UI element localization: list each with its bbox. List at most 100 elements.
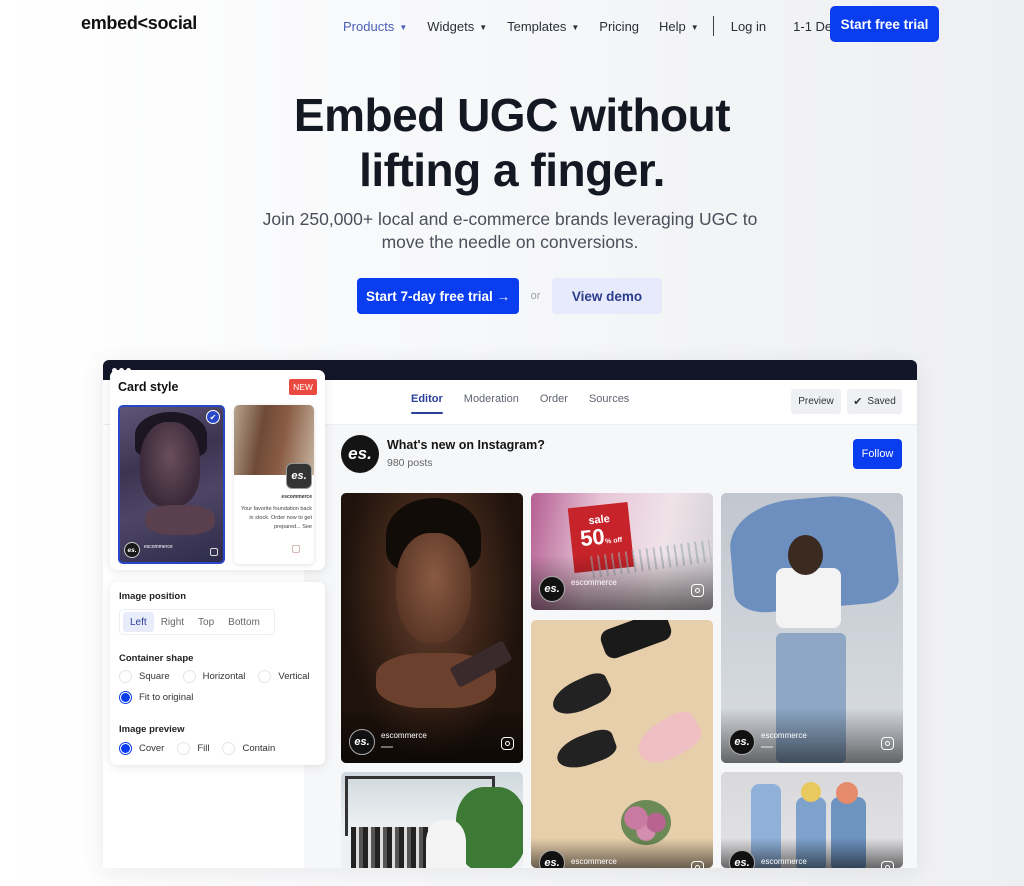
hero-title-line-2: lifting a finger.: [359, 144, 665, 196]
feed-preview: es. What's new on Instagram? 980 posts F…: [304, 425, 917, 868]
feed-post[interactable]: es. escommerce: [531, 620, 713, 868]
view-demo-button[interactable]: View demo: [552, 278, 662, 314]
tab-sources[interactable]: Sources: [589, 380, 629, 424]
radio-square[interactable]: Square: [119, 670, 170, 683]
feed-post[interactable]: sale 50% off es. escommerce: [531, 493, 713, 610]
nav-links: Products ▼ Widgets ▼ Templates ▼ Pricing He…: [343, 16, 870, 36]
feed-post[interactable]: es. escommerce: [721, 772, 903, 868]
photo-shape: [788, 535, 823, 575]
chevron-down-icon: ▼: [399, 22, 408, 32]
cta-row: Start 7-day free trial → or View demo: [357, 278, 662, 314]
image-position-label: Image position: [119, 591, 187, 602]
post-avatar: es.: [729, 729, 755, 755]
radio-circle: [119, 742, 132, 755]
brand-avatar: es.: [341, 435, 379, 473]
instagram-icon: [210, 548, 218, 556]
app-preview-window: ← Coolest widget ever 😎✨ ✎ Editor Modera…: [103, 360, 917, 868]
instagram-icon: [881, 861, 894, 868]
tab-moderation[interactable]: Moderation: [464, 380, 519, 424]
card-style-option-card[interactable]: es. escommerce Your favorite foundation …: [234, 405, 314, 564]
checkmark-icon: ✔: [853, 396, 863, 408]
preview-button[interactable]: Preview: [791, 389, 841, 414]
nav-item-pricing[interactable]: Pricing: [599, 19, 639, 34]
post-account: escommerce: [761, 731, 807, 740]
hero-title-line-1: Embed UGC without: [293, 89, 731, 141]
post-count: 980 posts: [387, 457, 433, 469]
start-7-day-trial-button[interactable]: Start 7-day free trial →: [357, 278, 519, 314]
radio-fill[interactable]: Fill: [177, 742, 209, 755]
feed-post[interactable]: es. escommerce: [721, 493, 903, 763]
radio-horizontal[interactable]: Horizontal: [182, 670, 245, 683]
photo-shape: [456, 787, 523, 868]
container-shape-options: Square Horizontal Vertical: [119, 670, 323, 683]
instagram-icon: [881, 737, 894, 750]
post-avatar: es.: [539, 576, 565, 602]
radio-circle: [182, 670, 196, 683]
photo-shape: [145, 505, 215, 535]
radio-cover[interactable]: Cover: [119, 742, 164, 755]
position-left[interactable]: Left: [123, 612, 154, 632]
instagram-icon: [691, 861, 704, 868]
saved-button[interactable]: ✔ Saved: [847, 389, 902, 414]
feed-post[interactable]: [341, 772, 523, 868]
photo-shape: [836, 782, 858, 804]
post-date-placeholder: [761, 746, 773, 748]
mini-account: escommerce: [281, 494, 312, 500]
or-label: or: [530, 290, 541, 302]
position-top[interactable]: Top: [191, 612, 221, 632]
editor-tabs: Editor Moderation Order Sources: [411, 380, 650, 424]
nav-divider: [712, 16, 714, 36]
post-date-placeholder: [381, 746, 393, 748]
nav-item-widgets[interactable]: Widgets ▼: [427, 19, 487, 34]
radio-circle: [258, 670, 272, 683]
feed-title: What's new on Instagram?: [387, 438, 545, 452]
position-bottom[interactable]: Bottom: [221, 612, 267, 632]
card-caption: Your favorite foundation back in stock. …: [240, 506, 312, 530]
post-avatar: es.: [349, 729, 375, 755]
feed-post[interactable]: es. escommerce: [341, 493, 523, 763]
layout-options-panel: Image position Left Right Top Bottom Con…: [110, 582, 325, 765]
feed-header: es. What's new on Instagram? 980 posts F…: [341, 435, 911, 475]
photo-shape: [552, 725, 620, 775]
image-preview-label: Image preview: [119, 724, 185, 735]
radio-vertical[interactable]: Vertical: [258, 670, 310, 683]
brand-avatar: es.: [286, 463, 312, 489]
photo-shape: [351, 827, 431, 868]
radio-contain[interactable]: Contain: [222, 742, 275, 755]
radio-circle: [119, 670, 132, 683]
photo-shape: [547, 668, 615, 722]
saved-label: Saved: [867, 396, 896, 407]
image-preview-options: Cover Fill Contain: [119, 742, 288, 755]
hero-subtitle: Join 250,000+ local and e-commerce brand…: [262, 209, 758, 252]
post-account: escommerce: [571, 578, 617, 587]
tab-editor[interactable]: Editor: [411, 380, 443, 424]
radio-circle: [222, 742, 236, 755]
radio-circle: [177, 742, 191, 755]
photo-shape: [801, 782, 821, 802]
login-link[interactable]: Log in: [731, 19, 766, 34]
photo-shape: [776, 568, 841, 628]
mini-account: escommerce: [144, 544, 173, 550]
image-position-segmented: Left Right Top Bottom: [119, 609, 275, 635]
radio-fit-to-original[interactable]: Fit to original: [119, 691, 193, 704]
post-account: escommerce: [381, 731, 427, 740]
nav-item-templates[interactable]: Templates ▼: [507, 19, 579, 34]
logo[interactable]: embed<social: [81, 13, 197, 34]
instagram-icon: [691, 584, 704, 597]
follow-button[interactable]: Follow: [853, 439, 902, 469]
card-style-title: Card style: [118, 380, 179, 394]
container-shape-options-row2: Fit to original: [119, 691, 206, 704]
photo-shape: [140, 422, 200, 507]
photo-shape: [396, 533, 471, 643]
chevron-down-icon: ▼: [690, 22, 699, 32]
new-badge: NEW: [289, 379, 317, 395]
nav-item-help[interactable]: Help ▼: [659, 19, 699, 34]
position-right[interactable]: Right: [154, 612, 191, 632]
radio-circle: [119, 691, 132, 704]
chevron-down-icon: ▼: [479, 22, 488, 32]
chevron-down-icon: ▼: [571, 22, 580, 32]
nav-item-products[interactable]: Products ▼: [343, 19, 407, 34]
tab-order[interactable]: Order: [540, 380, 568, 424]
start-free-trial-button[interactable]: Start free trial: [830, 6, 939, 42]
card-style-option-overlay[interactable]: ✔ es. escommerce: [118, 405, 225, 564]
